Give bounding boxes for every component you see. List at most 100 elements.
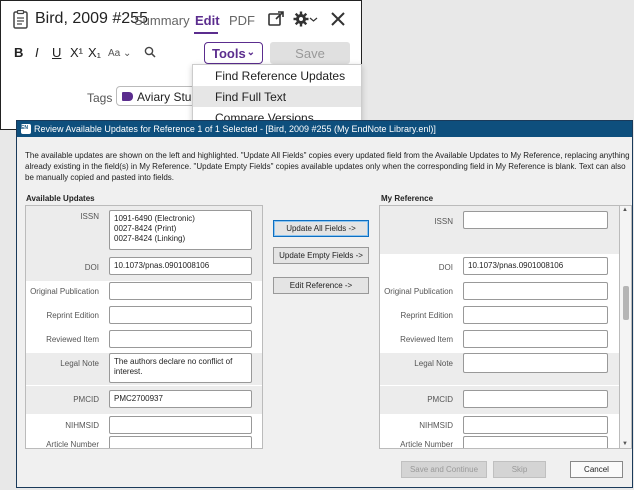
gear-icon[interactable]	[292, 10, 310, 28]
active-tab-indicator	[194, 32, 218, 34]
field-row-legal-note: Legal Note The authors declare no confli…	[26, 353, 262, 385]
tools-menu: Find Reference Updates Find Full Text Co…	[192, 64, 362, 122]
field-row-original-publication: Original Publication	[380, 281, 619, 305]
available-legal-note-field[interactable]: The authors declare no conflict of inter…	[109, 353, 252, 383]
reference-title: Bird, 2009 #255	[35, 10, 148, 27]
bold-button[interactable]: B	[14, 45, 23, 60]
my-reference-pane: ISSN DOI 10.1073/pnas.0901008106 Origina…	[379, 205, 620, 449]
tools-label: Tools	[212, 46, 246, 61]
field-label-reprint-edition: Reprint Edition	[46, 311, 99, 320]
available-reprint-edition-field[interactable]	[109, 306, 252, 324]
tags-label: Tags	[87, 91, 113, 105]
field-label-doi: DOI	[438, 263, 453, 272]
my-reprint-edition-field[interactable]	[463, 306, 608, 324]
field-label-reviewed-item: Reviewed Item	[46, 335, 99, 344]
field-row-doi: DOI 10.1073/pnas.0901008106	[26, 254, 262, 281]
available-original-publication-field[interactable]	[109, 282, 252, 300]
field-row-reviewed-item: Reviewed Item	[26, 329, 262, 353]
available-article-number-field[interactable]	[109, 436, 252, 448]
menu-item-find-reference-updates[interactable]: Find Reference Updates	[193, 65, 361, 86]
my-issn-field[interactable]	[463, 211, 608, 229]
field-row-nihmsid: NIHMSID	[380, 414, 619, 436]
close-icon[interactable]	[329, 10, 347, 28]
field-row-pmcid: PMCID	[380, 386, 619, 414]
open-external-icon[interactable]	[267, 10, 285, 28]
my-pmcid-field[interactable]	[463, 390, 608, 408]
save-button[interactable]: Save	[270, 42, 350, 64]
field-label-issn: ISSN	[80, 212, 99, 221]
available-reviewed-item-field[interactable]	[109, 330, 252, 348]
cancel-button[interactable]: Cancel	[570, 461, 623, 478]
endnote-app-icon	[21, 124, 31, 134]
update-empty-fields-button[interactable]: Update Empty Fields ->	[273, 247, 369, 264]
field-label-article-number: Article Number	[400, 440, 453, 449]
underline-button[interactable]: U	[52, 45, 61, 60]
superscript-button[interactable]: X¹	[70, 45, 83, 60]
my-doi-field[interactable]: 10.1073/pnas.0901008106	[463, 257, 608, 275]
tab-summary[interactable]: Summary	[134, 13, 190, 28]
field-label-original-publication: Original Publication	[384, 287, 453, 296]
dialog-description: The available updates are shown on the l…	[25, 151, 630, 182]
my-article-number-field[interactable]	[463, 436, 608, 448]
field-row-original-publication: Original Publication	[26, 281, 262, 305]
skip-button[interactable]: Skip	[493, 461, 546, 478]
field-label-nihmsid: NIHMSID	[65, 421, 99, 430]
chevron-down-icon: ⌄	[246, 47, 255, 58]
field-row-issn: ISSN 1091-6490 (Electronic) 0027-8424 (P…	[26, 206, 262, 254]
scroll-down-icon[interactable]: ▼	[622, 441, 628, 447]
my-nihmsid-field[interactable]	[463, 416, 608, 434]
edit-reference-button[interactable]: Edit Reference ->	[273, 277, 369, 294]
field-row-doi: DOI 10.1073/pnas.0901008106	[380, 254, 619, 281]
field-row-article-number: Article Number	[380, 436, 619, 449]
tools-button[interactable]: Tools ⌄	[204, 42, 263, 64]
field-row-article-number: Article Number	[26, 436, 262, 449]
document-icon	[13, 10, 28, 29]
my-legal-note-field[interactable]	[463, 353, 608, 373]
font-size-button[interactable]: Aa ⌄	[108, 48, 131, 59]
field-label-pmcid: PMCID	[73, 395, 99, 404]
available-nihmsid-field[interactable]	[109, 416, 252, 434]
my-reference-heading: My Reference	[381, 194, 434, 203]
tab-pdf[interactable]: PDF	[229, 13, 255, 28]
field-label-reviewed-item: Reviewed Item	[400, 335, 453, 344]
update-all-fields-button[interactable]: Update All Fields ->	[273, 220, 369, 237]
scroll-up-icon[interactable]: ▲	[622, 207, 628, 213]
search-icon[interactable]	[144, 46, 156, 58]
available-issn-field[interactable]: 1091-6490 (Electronic) 0027-8424 (Print)…	[109, 210, 252, 250]
scrollbar-thumb[interactable]	[623, 286, 629, 320]
available-updates-pane: ISSN 1091-6490 (Electronic) 0027-8424 (P…	[25, 205, 263, 449]
available-updates-heading: Available Updates	[26, 194, 95, 203]
field-row-reprint-edition: Reprint Edition	[26, 305, 262, 329]
menu-item-find-full-text[interactable]: Find Full Text	[193, 86, 361, 107]
reference-window: Bird, 2009 #255 Summary Edit PDF B I U X…	[0, 0, 362, 130]
field-label-issn: ISSN	[434, 217, 453, 226]
field-label-legal-note: Legal Note	[60, 359, 99, 368]
my-reviewed-item-field[interactable]	[463, 330, 608, 348]
field-label-original-publication: Original Publication	[30, 287, 99, 296]
available-pmcid-field[interactable]: PMC2700937	[109, 390, 252, 408]
dialog-titlebar: Review Available Updates for Reference 1…	[17, 121, 632, 137]
field-label-article-number: Article Number	[46, 440, 99, 449]
field-row-pmcid: PMCID PMC2700937	[26, 386, 262, 414]
reference-header: Bird, 2009 #255 Summary Edit PDF	[1, 1, 361, 39]
field-label-legal-note: Legal Note	[414, 359, 453, 368]
review-updates-dialog: Review Available Updates for Reference 1…	[16, 120, 633, 488]
save-and-continue-button[interactable]: Save and Continue	[401, 461, 487, 478]
tag-icon	[122, 92, 133, 101]
field-row-reprint-edition: Reprint Edition	[380, 305, 619, 329]
field-label-pmcid: PMCID	[427, 395, 453, 404]
my-original-publication-field[interactable]	[463, 282, 608, 300]
dialog-title: Review Available Updates for Reference 1…	[34, 124, 436, 134]
available-doi-field[interactable]: 10.1073/pnas.0901008106	[109, 257, 252, 275]
tags-field[interactable]: Aviary Studies	[116, 86, 196, 106]
italic-button[interactable]: I	[35, 45, 39, 60]
subscript-button[interactable]: X₁	[88, 45, 101, 60]
my-reference-scrollbar[interactable]: ▲ ▼	[620, 205, 632, 449]
field-label-nihmsid: NIHMSID	[419, 421, 453, 430]
field-label-reprint-edition: Reprint Edition	[400, 311, 453, 320]
chevron-down-icon[interactable]	[309, 10, 318, 28]
field-row-legal-note: Legal Note	[380, 353, 619, 385]
tab-edit[interactable]: Edit	[195, 13, 220, 28]
tag-value: Aviary Studies	[137, 90, 195, 104]
field-row-reviewed-item: Reviewed Item	[380, 329, 619, 353]
